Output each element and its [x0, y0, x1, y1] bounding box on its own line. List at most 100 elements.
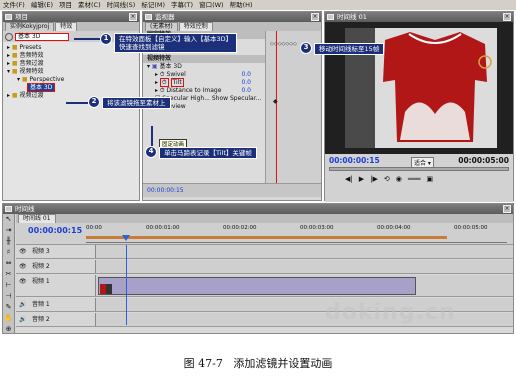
track-label: 视频 1 [32, 278, 50, 285]
effects-search-input[interactable]: 基本 3D [15, 32, 69, 41]
project-titlebar: 项目 × [3, 12, 139, 22]
track-video-2: 👁 视频 2 [16, 260, 513, 274]
effect-timecode[interactable]: 00:00:00:15 [147, 187, 184, 194]
step-forward-icon[interactable]: |▶ [370, 175, 378, 183]
tree-item-audio-transitions[interactable]: ▸ ■ 音频过渡 [3, 60, 139, 68]
loop-icon[interactable]: ⟲ [384, 175, 390, 183]
tree-item-basic-3d[interactable]: 基本 3D [3, 83, 139, 92]
slide-icon[interactable]: ⊣ [3, 291, 14, 302]
callout-2-number: 2 [88, 96, 100, 108]
track-select-icon[interactable]: ⇥ [3, 225, 14, 236]
stopwatch-icon[interactable]: ⏱ [159, 78, 169, 87]
program-scrubber[interactable] [329, 167, 509, 171]
monitor-titlebar: 监视器 × [143, 12, 321, 22]
hand-icon[interactable]: ✋ [3, 313, 14, 324]
track-video-3: 👁 视频 3 [16, 245, 513, 259]
menu-bar: 文件(F) 编辑(E) 项目 素材(C) 时间线(S) 标记(M) 字幕(T) … [0, 0, 516, 10]
effect-controls-body: 固定特效 ▸ ▣ 运动 ▸ ▣ 透明 视频特效 ▾ ▣ 基本 3D ▸ ⏱ Sw… [143, 31, 321, 197]
tab-effects[interactable]: 特效 [55, 22, 78, 31]
menu-marker[interactable]: 标记(M) [141, 0, 165, 10]
callout-2: 将该滤镜拖至素材上 [102, 97, 171, 109]
tree-item-audio-effects[interactable]: ▸ ■ 音频特效 [3, 52, 139, 60]
selection-tool-icon[interactable]: ↖ [3, 214, 14, 225]
panel-icon [5, 14, 12, 20]
export-frame-icon[interactable]: ▣ [427, 175, 434, 183]
tree-item-perspective[interactable]: ▾ ■ Perspective [3, 76, 139, 84]
menu-title[interactable]: 字幕(T) [171, 0, 193, 10]
timeline-title: 时间线 [15, 205, 35, 213]
tab-source[interactable]: (无素材) [145, 22, 178, 31]
keyframe-marker[interactable]: ◆ [273, 98, 278, 105]
ruler-tick-4: 00:00:04:00 [377, 225, 411, 231]
track-playhead-line [126, 245, 127, 325]
program-controls: 00:00:00:15 适合 ▾ 00:00:05:00 ◀| ▶ |▶ ⟲ ◉… [325, 154, 513, 202]
effect-basic-3d[interactable]: ▾ ▣ 基本 3D [143, 63, 265, 71]
slip-icon[interactable]: ⊢ [3, 280, 14, 291]
param-tilt[interactable]: ▸ ⏱ Tilt 0.0 [143, 78, 265, 87]
close-icon[interactable]: × [129, 13, 137, 21]
close-icon[interactable]: × [503, 13, 511, 21]
figure-caption: 图 47-7 添加滤镜并设置动画 [183, 357, 333, 370]
keyframe-nav-row: ◇◇◇◇◇◇◇ [270, 41, 297, 47]
callout-1-number: 1 [100, 33, 112, 45]
program-timecode-left[interactable]: 00:00:00:15 [329, 156, 380, 165]
clip-thumbnail [100, 284, 112, 294]
callout-3-number: 3 [300, 42, 312, 54]
menu-edit[interactable]: 编辑(E) [31, 0, 53, 10]
effect-playhead[interactable] [276, 31, 277, 183]
close-icon[interactable]: × [311, 13, 319, 21]
track-label: 音频 1 [32, 301, 50, 308]
eye-icon[interactable]: 👁 [19, 245, 27, 258]
effect-controls-timeline: ◇◇◇◇◇◇◇ ◆ [265, 31, 321, 183]
ruler-tick-3: 00:00:03:00 [300, 225, 334, 231]
search-icon [5, 32, 13, 41]
play-icon[interactable]: ▶ [359, 175, 364, 183]
tree-item-video-effects[interactable]: ▾ ■ 视频特效 [3, 68, 139, 76]
tab-project[interactable]: 实例Kokyjproj [5, 22, 55, 31]
transport-buttons: ◀| ▶ |▶ ⟲ ◉ ═══ ▣ [345, 175, 505, 183]
shuttle-icon[interactable]: ═══ [408, 175, 421, 183]
time-ruler[interactable]: 00:00 00:00:01:00 00:00:02:00 00:00:03:0… [86, 225, 507, 243]
timeline-timecode[interactable]: 00:00:00:15 [28, 226, 82, 235]
rate-stretch-icon[interactable]: ⇔ [3, 258, 14, 269]
menu-help[interactable]: 帮助(H) [230, 0, 253, 10]
program-titlebar: 时间线 01 × [325, 12, 513, 22]
panel-icon [5, 206, 12, 212]
project-title: 项目 [15, 13, 28, 21]
ruler-tick-5: 00:00:05:00 [454, 225, 488, 231]
ripple-edit-icon[interactable]: ╫ [3, 236, 14, 247]
eye-icon[interactable]: 👁 [19, 275, 27, 288]
ruler-tick-0: 00:00 [86, 225, 102, 231]
jog-icon[interactable]: ◉ [396, 175, 402, 183]
effect-controls-footer: 00:00:00:15 [143, 183, 321, 197]
effects-tree: ▸ ■ Presets ▸ ■ 音频特效 ▸ ■ 音频过渡 ▾ ■ 视频特效 ▾… [3, 42, 139, 200]
razor-icon[interactable]: ✂ [3, 269, 14, 280]
menu-file[interactable]: 文件(F) [3, 0, 25, 10]
video-clip[interactable] [98, 277, 416, 295]
menu-project[interactable]: 项目 [59, 0, 72, 10]
timeline-tabs: 时间线 01 [16, 214, 513, 223]
rolling-edit-icon[interactable]: ♯ [3, 247, 14, 258]
tab-sequence-01[interactable]: 时间线 01 [18, 214, 56, 223]
program-title: 时间线 01 [337, 13, 367, 21]
project-tabs: 实例Kokyjproj 特效 [3, 22, 139, 31]
menu-clip[interactable]: 素材(C) [78, 0, 101, 10]
timeline-playhead[interactable] [122, 235, 130, 241]
eye-icon[interactable]: 👁 [19, 260, 27, 273]
speaker-icon[interactable]: 🔊 [19, 298, 26, 311]
param-distance[interactable]: ▸ ⏱ Distance to Image 0.0 [143, 87, 265, 95]
track-video-1: 👁 视频 1 [16, 275, 513, 297]
tab-effect-controls[interactable]: 特效控制 [178, 22, 213, 31]
work-area-bar[interactable] [86, 236, 447, 239]
menu-window[interactable]: 窗口(W) [199, 0, 224, 10]
close-icon[interactable]: × [503, 205, 511, 213]
track-label: 视频 2 [32, 263, 50, 270]
zoom-icon[interactable]: ⊕ [3, 324, 14, 335]
speaker-icon[interactable]: 🔊 [19, 313, 26, 326]
menu-sequence[interactable]: 时间线(S) [107, 0, 136, 10]
step-back-icon[interactable]: ◀| [345, 175, 353, 183]
program-video-area [325, 22, 513, 154]
tool-palette: ↖ ⇥ ╫ ♯ ⇔ ✂ ⊢ ⊣ ✎ ✋ ⊕ [3, 214, 15, 333]
pen-icon[interactable]: ✎ [3, 302, 14, 313]
watermark: doking.cn [325, 300, 456, 325]
